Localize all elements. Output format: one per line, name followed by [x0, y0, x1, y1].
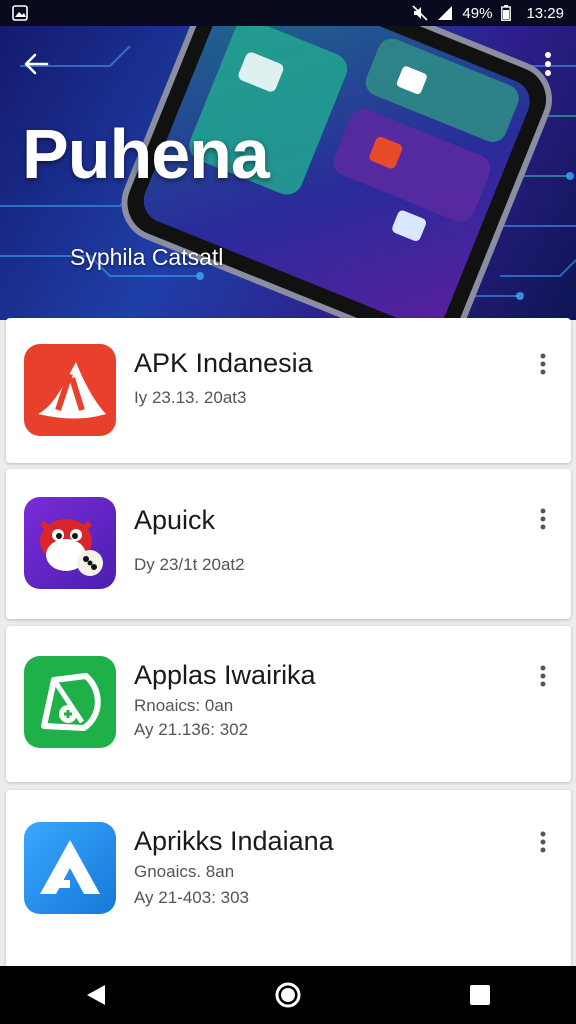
- app-meta: Gnoaics. 8an: [134, 862, 235, 881]
- status-bar: 49% 13:29: [0, 0, 576, 26]
- app-card-1[interactable]: APK Indanesia Iy 23.13. 20at3: [6, 318, 571, 463]
- red-monster-icon: [24, 497, 116, 589]
- mute-icon: [412, 5, 428, 21]
- more-vert-icon: [545, 52, 551, 76]
- signal-icon: [437, 5, 453, 21]
- navigation-bar: [0, 966, 576, 1024]
- back-button[interactable]: [18, 46, 54, 82]
- app-more-button[interactable]: [529, 658, 557, 694]
- app-more-button[interactable]: [529, 346, 557, 382]
- image-icon: [12, 5, 28, 21]
- app-more-button[interactable]: [529, 824, 557, 860]
- battery-icon: [501, 5, 517, 21]
- header-banner: Puhena Syphila Catsatl: [0, 26, 576, 320]
- app-name: Applas Iwairika: [134, 660, 316, 690]
- app-meta: Ay 21.136: 302: [134, 720, 249, 739]
- app-meta: Iy 23.13. 20at3: [134, 388, 247, 407]
- app-more-button[interactable]: [529, 501, 557, 537]
- nav-back-button[interactable]: [66, 966, 126, 1024]
- app-name: Aprikks Indaiana: [134, 826, 334, 856]
- app-card-2[interactable]: Apuick Dy 23/1t 20at2: [6, 469, 571, 619]
- status-right: 49% 13:29: [412, 5, 564, 22]
- nav-recents-button[interactable]: [450, 966, 510, 1024]
- more-vert-icon: [540, 665, 546, 687]
- nav-home-button[interactable]: [258, 966, 318, 1024]
- home-circle-icon: [275, 982, 301, 1008]
- back-triangle-icon: [87, 985, 105, 1005]
- app-card-3[interactable]: Applas Iwairika Rnoaics: 0an Ay 21.136: …: [6, 626, 571, 782]
- blue-a-icon: [24, 822, 116, 914]
- page-title: Puhena: [22, 115, 270, 193]
- battery-percent: 49%: [462, 4, 493, 22]
- app-card-4[interactable]: Aprikks Indaiana Gnoaics. 8an Ay 21-403:…: [6, 790, 571, 968]
- page-subtitle: Syphila Catsatl: [70, 244, 224, 270]
- more-vert-icon: [540, 353, 546, 375]
- app-meta: Ay 21-403: 303: [134, 888, 249, 907]
- status-time: 13:29: [526, 4, 564, 22]
- overflow-menu-button[interactable]: [534, 46, 562, 82]
- more-vert-icon: [540, 831, 546, 853]
- app-meta: Dy 23/1t 20at2: [134, 555, 245, 574]
- arrow-left-icon: [24, 53, 49, 75]
- red-lambda-icon: [24, 344, 116, 436]
- green-leaf-icon: [24, 656, 116, 748]
- app-name: APK Indanesia: [134, 348, 313, 378]
- more-vert-icon: [540, 508, 546, 530]
- app-name: Apuick: [134, 505, 216, 535]
- app-meta: Rnoaics: 0an: [134, 696, 234, 715]
- recents-square-icon: [470, 985, 490, 1005]
